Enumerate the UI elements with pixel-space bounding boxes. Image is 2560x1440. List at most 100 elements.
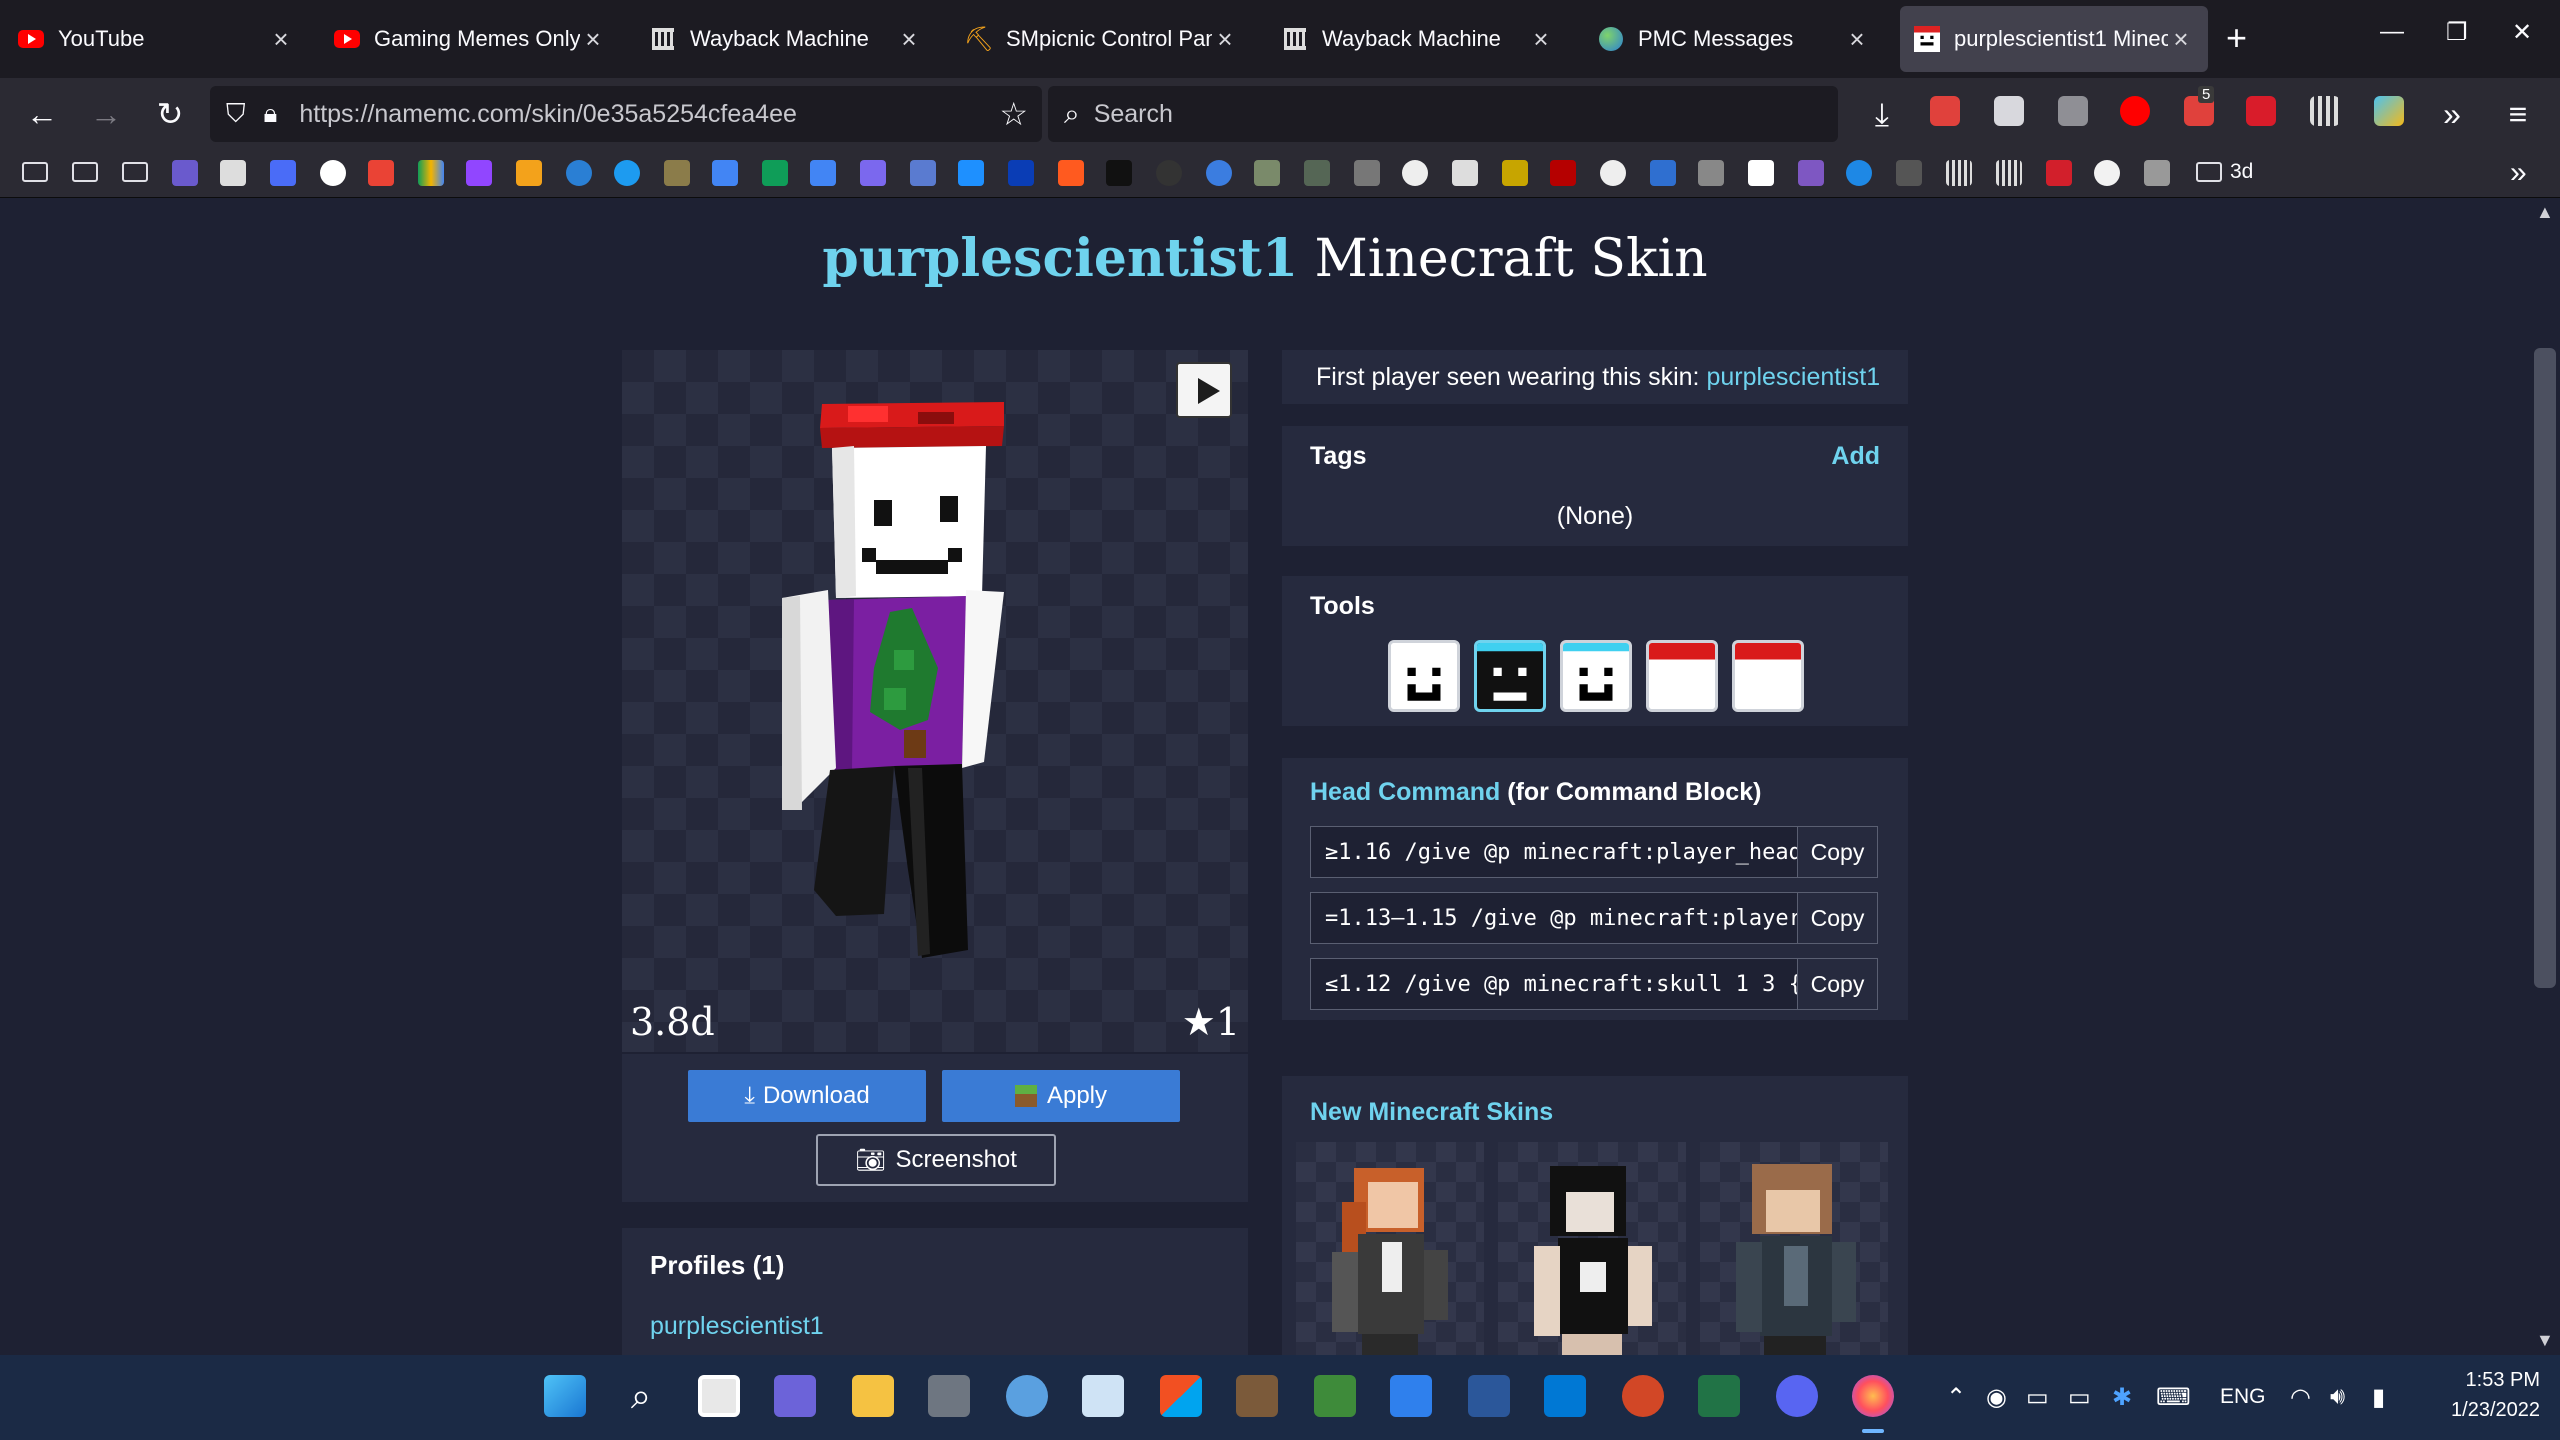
wifi-icon[interactable]: ◠ — [2290, 1383, 2311, 1412]
restore-button[interactable]: ❐ — [2446, 18, 2468, 47]
keyboard-icon[interactable]: ⌨ — [2156, 1383, 2191, 1412]
bluetooth-icon[interactable]: ✱ — [2112, 1383, 2132, 1412]
head-command-link[interactable]: Head Command — [1310, 778, 1500, 806]
google-icon[interactable] — [320, 160, 346, 186]
tab-smpicnic[interactable]: ⛏ SMpicnic Control Panel × — [952, 6, 1252, 72]
bookmark-icon[interactable] — [1254, 160, 1280, 186]
volume-icon[interactable]: 🔊︎ — [2330, 1383, 2345, 1411]
new-tab-button[interactable]: + — [2226, 20, 2247, 56]
scroll-up-icon[interactable]: ▲ — [2536, 202, 2554, 223]
battery-icon[interactable]: ▭ — [2068, 1383, 2091, 1412]
gmail-icon[interactable] — [368, 160, 394, 186]
url-text[interactable]: https://namemc.com/skin/0e35a5254cfea4ee — [299, 100, 797, 129]
bookmark-star-icon[interactable]: ☆ — [999, 95, 1028, 133]
add-tag-link[interactable]: Add — [1831, 442, 1880, 471]
drive-icon[interactable] — [418, 160, 444, 186]
bookmark-icon[interactable] — [1058, 160, 1084, 186]
bookmark-icon[interactable] — [1502, 160, 1528, 186]
bookmark-icon[interactable] — [614, 160, 640, 186]
window-close-button[interactable]: ✕ — [2512, 18, 2532, 47]
bookmark-icon[interactable] — [958, 160, 984, 186]
minimize-button[interactable]: — — [2380, 18, 2404, 46]
page-scrollbar[interactable]: ▲ ▼ — [2530, 198, 2560, 1355]
sheets-icon[interactable] — [762, 160, 788, 186]
page-title-player[interactable]: purplescientist1 — [822, 228, 1298, 289]
wayback-extension-icon[interactable] — [2310, 96, 2340, 126]
pen-extension-icon[interactable] — [2246, 96, 2276, 126]
tab-wayback-1[interactable]: Wayback Machine × — [636, 6, 936, 72]
task-view-icon[interactable] — [698, 1375, 740, 1417]
search-bar[interactable]: ⌕ Search — [1048, 86, 1838, 142]
outlook-icon[interactable] — [1544, 1375, 1586, 1417]
search-placeholder[interactable]: Search — [1094, 100, 1173, 129]
language-indicator[interactable]: ENG — [2220, 1385, 2266, 1409]
file-explorer-icon[interactable] — [852, 1375, 894, 1417]
folder-icon[interactable] — [22, 162, 48, 182]
translate-icon[interactable] — [712, 160, 738, 186]
copy-button[interactable]: Copy — [1797, 959, 1877, 1009]
address-bar[interactable]: ⛉ 🔒︎ https://namemc.com/skin/0e35a5254cf… — [210, 86, 1042, 142]
calculator-icon[interactable] — [928, 1375, 970, 1417]
lock-icon[interactable]: 🔒︎ — [264, 98, 278, 130]
forward-button[interactable]: → — [86, 94, 126, 134]
bookmark-icon[interactable] — [220, 160, 246, 186]
image-viewer-icon[interactable] — [1390, 1375, 1432, 1417]
folder-icon[interactable] — [72, 162, 98, 182]
close-tab-icon[interactable]: × — [2168, 24, 2194, 55]
profile-link[interactable]: purplescientist1 — [650, 1312, 824, 1341]
skin-thumbnail[interactable] — [1296, 1142, 1484, 1355]
tool-face-plain-icon[interactable] — [1388, 640, 1460, 712]
wikipedia-icon[interactable] — [1748, 160, 1774, 186]
scroll-thumb[interactable] — [2534, 348, 2556, 988]
screenshot-extension-icon[interactable] — [1930, 96, 1960, 126]
bookmark-icon[interactable] — [664, 160, 690, 186]
battery-status-icon[interactable]: ▮ — [2372, 1383, 2385, 1412]
github-icon[interactable] — [1402, 160, 1428, 186]
forms-icon[interactable] — [860, 160, 886, 186]
command-text[interactable]: ≥1.16 /give @p minecraft:player_head{ — [1311, 840, 1797, 865]
back-button[interactable]: ← — [22, 94, 62, 134]
tool-face-cyan-icon[interactable] — [1560, 640, 1632, 712]
overflow-menu-icon[interactable]: » — [2432, 94, 2472, 134]
downloads-icon[interactable]: ⤓ — [1862, 94, 1902, 134]
chat-icon[interactable] — [774, 1375, 816, 1417]
copy-button[interactable]: Copy — [1797, 827, 1877, 877]
bookmark-icon[interactable] — [2144, 160, 2170, 186]
copy-button[interactable]: Copy — [1797, 893, 1877, 943]
tab-wayback-2[interactable]: Wayback Machine × — [1268, 6, 1568, 72]
screenshot-button[interactable]: 📷︎ Screenshot — [816, 1134, 1056, 1186]
bookmark-folder-3d[interactable]: 3d — [2196, 160, 2253, 184]
close-tab-icon[interactable]: × — [1844, 24, 1870, 55]
skin-star-count[interactable]: ★1 — [1182, 1000, 1240, 1044]
clock-date[interactable]: 1/23/2022 — [2410, 1399, 2540, 1422]
glasses-extension-icon[interactable] — [1994, 96, 2024, 126]
bookmark-icon[interactable] — [1698, 160, 1724, 186]
photos-icon[interactable] — [1082, 1375, 1124, 1417]
scroll-down-icon[interactable]: ▼ — [2536, 1330, 2554, 1351]
tool-face-dark-icon[interactable] — [1474, 640, 1546, 712]
adblock-extension-icon[interactable]: 5 — [2184, 86, 2215, 126]
download-button[interactable]: ⤓ Download — [688, 1070, 926, 1122]
docs-icon[interactable] — [810, 160, 836, 186]
reload-button[interactable]: ↻ — [150, 94, 190, 134]
pickaxe-icon[interactable] — [516, 160, 542, 186]
bookmark-icon[interactable] — [1600, 160, 1626, 186]
powerpoint-icon[interactable] — [1622, 1375, 1664, 1417]
hamburger-menu-icon[interactable]: ≡ — [2498, 94, 2538, 134]
tool-hat-top-icon[interactable] — [1646, 640, 1718, 712]
word-icon[interactable] — [1468, 1375, 1510, 1417]
tab-namemc-skin[interactable]: purplescientist1 Minecr × — [1900, 6, 2208, 72]
bookmark-icon[interactable] — [1206, 160, 1232, 186]
bookmark-icon[interactable] — [1008, 160, 1034, 186]
wayback-icon[interactable] — [1996, 160, 2022, 186]
bookmark-icon[interactable] — [1452, 160, 1478, 186]
bookmark-icon[interactable] — [1798, 160, 1824, 186]
firefox-icon[interactable] — [1852, 1375, 1894, 1417]
globe-icon[interactable] — [566, 160, 592, 186]
close-tab-icon[interactable]: × — [268, 24, 294, 55]
skin-thumbnail[interactable] — [1498, 1142, 1686, 1355]
battery-icon[interactable]: ▭ — [2026, 1383, 2049, 1412]
shield-icon[interactable]: ⛉ — [226, 98, 246, 130]
minecraft-launcher-icon[interactable] — [1314, 1375, 1356, 1417]
bookmark-icon[interactable] — [1650, 160, 1676, 186]
